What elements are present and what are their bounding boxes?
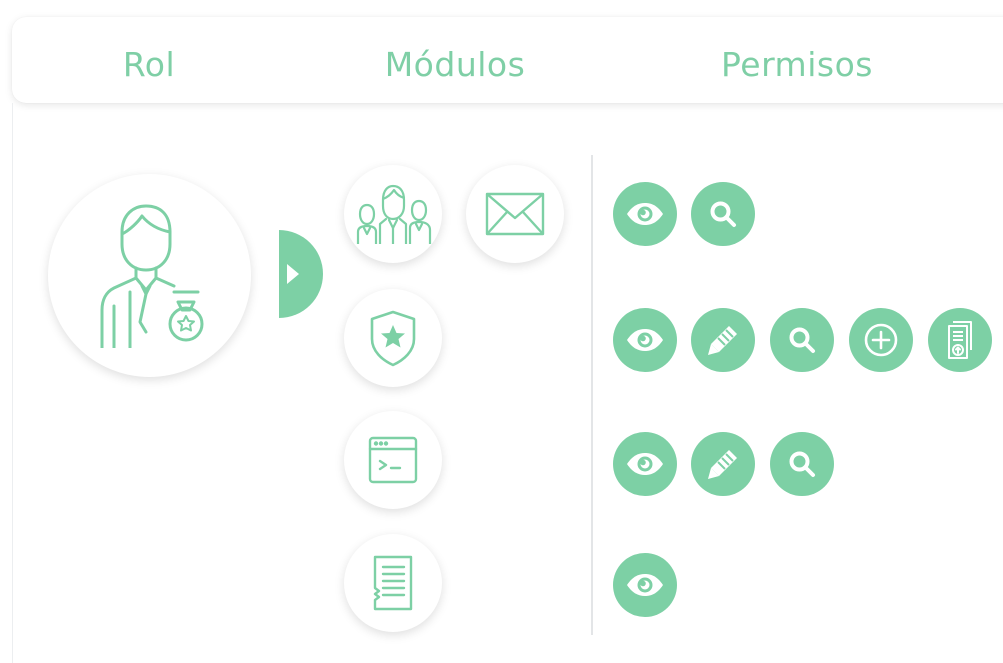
permission-search-button[interactable] — [770, 308, 834, 372]
chevron-right-icon — [287, 264, 299, 284]
permission-view-button[interactable] — [613, 182, 677, 246]
permission-edit-button[interactable] — [691, 432, 755, 496]
terminal-window-icon — [368, 436, 418, 484]
module-security[interactable] — [344, 289, 442, 387]
permission-add-button[interactable] — [849, 308, 913, 372]
shield-star-icon — [370, 310, 416, 367]
eye-icon — [627, 574, 663, 596]
permission-view-button[interactable] — [613, 308, 677, 372]
users-group-icon — [356, 184, 432, 244]
permission-search-button[interactable] — [691, 182, 755, 246]
header-rol: Rol — [122, 45, 176, 84]
pencil-icon — [708, 326, 737, 355]
search-icon — [789, 327, 815, 353]
header-modulos: Módulos — [384, 45, 526, 84]
search-icon — [710, 201, 736, 227]
module-records[interactable] — [344, 534, 442, 632]
permission-search-button[interactable] — [770, 432, 834, 496]
eye-icon — [627, 329, 663, 351]
document-upload-icon — [948, 321, 972, 359]
add-circle-icon — [864, 323, 898, 357]
panel-left-border — [12, 103, 13, 663]
permission-view-button[interactable] — [613, 432, 677, 496]
search-icon — [789, 451, 815, 477]
header-permisos: Permisos — [721, 45, 873, 84]
permission-edit-button[interactable] — [691, 308, 755, 372]
pencil-icon — [708, 450, 737, 479]
envelope-icon — [485, 192, 545, 236]
receipt-icon — [373, 555, 413, 611]
permission-upload-button[interactable] — [928, 308, 992, 372]
expand-arrow-button[interactable] — [279, 230, 323, 318]
manager-with-medal-icon — [100, 204, 204, 348]
module-messages[interactable] — [466, 165, 564, 263]
role-card[interactable] — [48, 174, 251, 377]
modules-permissions-divider — [591, 155, 593, 635]
table-header: Rol Módulos Permisos — [12, 17, 1003, 103]
eye-icon — [627, 453, 663, 475]
module-users[interactable] — [344, 165, 442, 263]
permission-view-button[interactable] — [613, 553, 677, 617]
module-console[interactable] — [344, 411, 442, 509]
eye-icon — [627, 203, 663, 225]
